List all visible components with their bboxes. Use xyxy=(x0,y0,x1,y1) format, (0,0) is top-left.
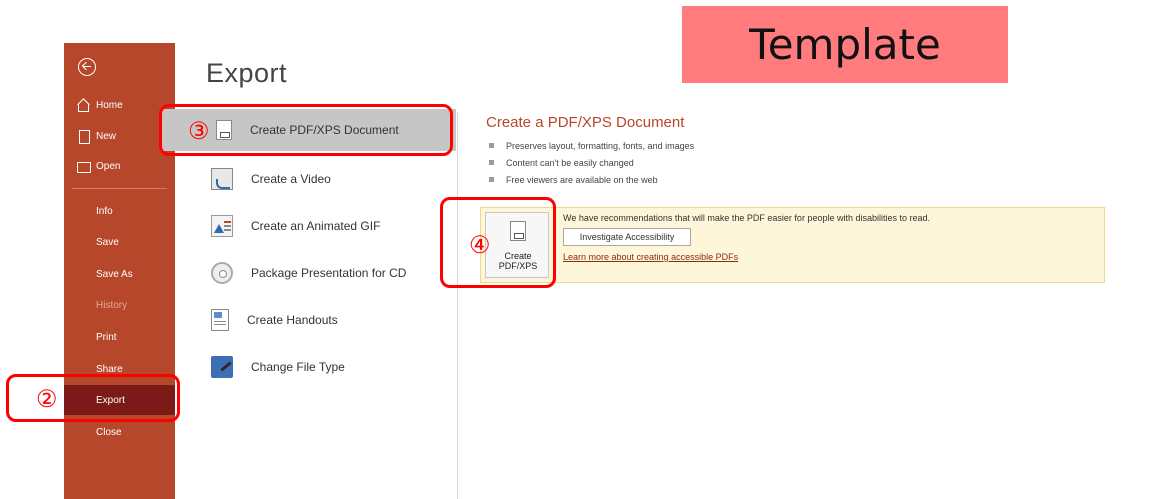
sidebar-item-label: Share xyxy=(96,363,123,375)
step4-callout xyxy=(440,197,556,288)
sidebar-divider xyxy=(72,188,167,189)
accessibility-message: We have recommendations that will make t… xyxy=(563,213,931,223)
animated-gif-icon xyxy=(211,215,233,237)
sidebar-item-info[interactable]: Info xyxy=(64,196,175,226)
back-arrow-icon[interactable] xyxy=(78,58,96,76)
page-title: Export xyxy=(206,58,288,88)
sidebar-item-open[interactable]: Open xyxy=(64,151,175,181)
investigate-accessibility-button[interactable]: Investigate Accessibility xyxy=(563,228,691,246)
sidebar-item-save-as[interactable]: Save As xyxy=(64,259,175,289)
sidebar-item-label: Info xyxy=(96,205,113,217)
folder-icon xyxy=(76,159,91,173)
export-option-label: Create Handouts xyxy=(247,313,338,327)
step3-number: ③ xyxy=(188,117,210,145)
export-option-animated-gif[interactable]: Create an Animated GIF xyxy=(203,209,380,243)
learn-more-link[interactable]: Learn more about creating accessible PDF… xyxy=(563,252,738,262)
sidebar-item-label: New xyxy=(96,130,117,142)
export-option-label: Change File Type xyxy=(251,360,345,374)
list-item: Content can't be easily changed xyxy=(489,154,694,171)
export-option-create-video[interactable]: Create a Video xyxy=(203,162,331,196)
pane-divider xyxy=(457,112,458,499)
step2-callout xyxy=(6,374,180,422)
list-item: Preserves layout, formatting, fonts, and… xyxy=(489,137,694,154)
powerpoint-backstage: Template Home New Open Info Save Save As… xyxy=(0,0,1150,499)
sidebar-item-label: History xyxy=(96,299,128,311)
step4-number: ④ xyxy=(469,231,491,259)
template-banner: Template xyxy=(682,6,1008,83)
template-banner-text: Template xyxy=(749,20,941,69)
change-file-type-icon xyxy=(211,356,233,378)
list-item: Free viewers are available on the web xyxy=(489,171,694,188)
video-icon xyxy=(211,168,233,190)
export-option-create-handouts[interactable]: Create Handouts xyxy=(203,303,338,337)
sidebar-item-label: Open xyxy=(96,160,121,172)
sidebar-item-history: History xyxy=(64,290,175,320)
sidebar-item-label: Close xyxy=(96,426,122,438)
export-option-label: Create a Video xyxy=(251,172,331,186)
bullet-square-icon xyxy=(489,177,494,182)
bullet-text: Content can't be easily changed xyxy=(506,157,634,168)
export-option-package-cd[interactable]: Package Presentation for CD xyxy=(203,256,406,290)
export-option-change-file-type[interactable]: Change File Type xyxy=(203,350,345,384)
detail-title: Create a PDF/XPS Document xyxy=(486,114,685,131)
sidebar-item-label: Save As xyxy=(96,268,133,280)
sidebar-item-print[interactable]: Print xyxy=(64,322,175,352)
sidebar-item-label: Save xyxy=(96,236,119,248)
handouts-icon xyxy=(211,309,229,331)
step2-number: ② xyxy=(36,385,58,413)
export-option-label: Create an Animated GIF xyxy=(251,219,381,233)
bullet-square-icon xyxy=(489,143,494,148)
sidebar-item-label: Home xyxy=(96,99,123,111)
home-icon xyxy=(76,98,90,112)
sidebar-item-save[interactable]: Save xyxy=(64,227,175,257)
sidebar-item-label: Print xyxy=(96,331,117,343)
export-option-label: Package Presentation for CD xyxy=(251,266,407,280)
bullet-text: Preserves layout, formatting, fonts, and… xyxy=(506,140,695,151)
detail-bullet-list: Preserves layout, formatting, fonts, and… xyxy=(489,137,694,188)
bullet-text: Free viewers are available on the web xyxy=(506,174,658,185)
bullet-square-icon xyxy=(489,160,494,165)
cd-icon xyxy=(211,262,233,284)
new-page-icon xyxy=(76,129,90,144)
